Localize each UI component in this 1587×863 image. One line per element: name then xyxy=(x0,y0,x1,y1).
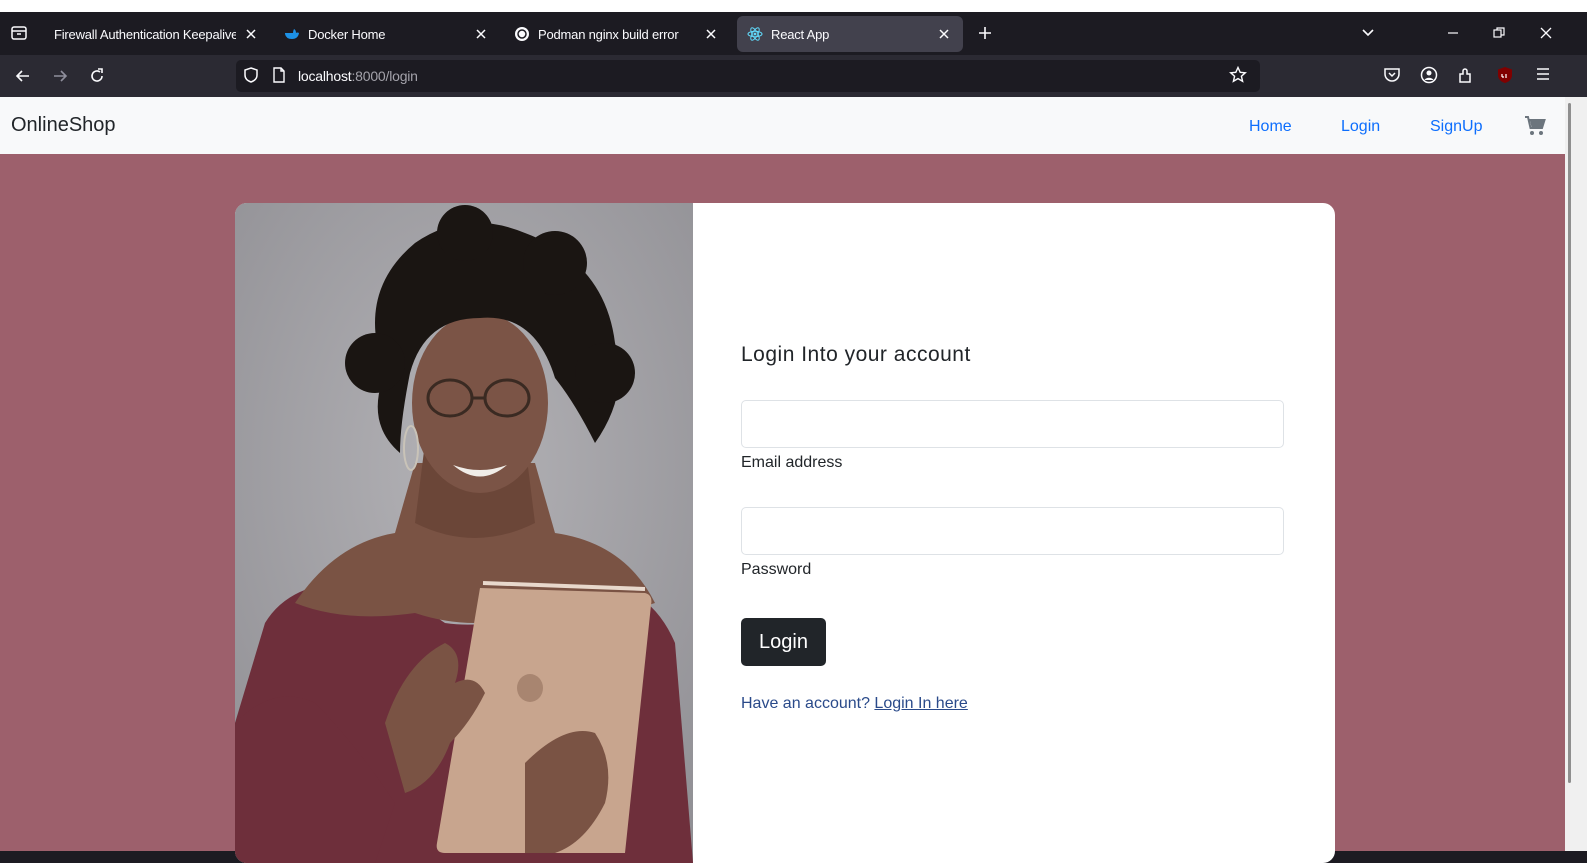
site-navbar: OnlineShop Home Login SignUp xyxy=(0,97,1568,154)
email-input[interactable] xyxy=(741,400,1284,448)
tab-podman[interactable]: Podman nginx build error xyxy=(504,16,730,52)
login-heading: Login Into your account xyxy=(741,343,971,366)
tab-firewall[interactable]: Firewall Authentication Keepalive W xyxy=(44,16,270,52)
url-path: :8000/login xyxy=(351,68,418,84)
reload-icon[interactable] xyxy=(85,64,109,88)
chevron-down-icon[interactable] xyxy=(1357,22,1379,44)
nav-login[interactable]: Login xyxy=(1341,118,1380,136)
tab-react-app[interactable]: React App xyxy=(737,16,963,52)
new-tab-icon[interactable] xyxy=(974,22,996,44)
email-label: Email address xyxy=(741,454,843,471)
tab-title: Docker Home xyxy=(308,26,386,42)
url-host: localhost xyxy=(298,68,352,84)
close-icon[interactable] xyxy=(935,25,953,43)
stackexchange-icon xyxy=(514,26,530,42)
forward-arrow-icon[interactable] xyxy=(48,64,72,88)
top-strip xyxy=(0,0,1587,12)
docker-icon xyxy=(284,26,300,42)
tab-title: Firewall Authentication Keepalive W xyxy=(54,26,236,42)
url-text[interactable]: localhost:8000/login xyxy=(298,68,418,84)
tab-title: Podman nginx build error xyxy=(538,26,679,42)
login-card: Login Into your account Email address Pa… xyxy=(235,203,1335,863)
ublock-icon[interactable] xyxy=(1496,66,1516,86)
pocket-icon[interactable] xyxy=(1383,66,1403,86)
close-icon[interactable] xyxy=(702,25,720,43)
back-arrow-icon[interactable] xyxy=(11,64,35,88)
cart-icon[interactable] xyxy=(1524,114,1548,138)
tab-title: React App xyxy=(771,26,830,42)
nav-signup[interactable]: SignUp xyxy=(1430,118,1482,136)
password-label: Password xyxy=(741,561,812,578)
minimize-icon[interactable] xyxy=(1442,22,1464,44)
restore-icon[interactable] xyxy=(1488,22,1510,44)
scrollbar-thumb[interactable] xyxy=(1568,103,1571,783)
brand-logo[interactable]: OnlineShop xyxy=(11,114,116,137)
tab-list-icon[interactable] xyxy=(8,22,30,44)
account-prompt-text: Have an account? xyxy=(741,695,875,712)
shield-icon[interactable] xyxy=(242,66,262,86)
close-icon[interactable] xyxy=(472,25,490,43)
login-button[interactable]: Login xyxy=(741,618,826,666)
hero-photo xyxy=(235,203,693,863)
account-prompt: Have an account? Login In here xyxy=(741,695,968,713)
nav-home[interactable]: Home xyxy=(1249,118,1292,136)
account-icon[interactable] xyxy=(1420,66,1440,86)
tab-docker[interactable]: Docker Home xyxy=(274,16,500,52)
password-input[interactable] xyxy=(741,507,1284,555)
menu-icon[interactable] xyxy=(1535,66,1555,86)
extensions-icon[interactable] xyxy=(1457,66,1477,86)
react-icon xyxy=(747,26,763,42)
page-icon[interactable] xyxy=(272,67,288,85)
close-icon[interactable] xyxy=(242,25,260,43)
window-close-icon[interactable] xyxy=(1535,22,1557,44)
login-here-link[interactable]: Login In here xyxy=(874,695,967,712)
tab-bar: Firewall Authentication Keepalive W Dock… xyxy=(0,12,1587,55)
bookmark-star-icon[interactable] xyxy=(1229,65,1249,86)
page-scrollbar[interactable] xyxy=(1565,97,1587,851)
